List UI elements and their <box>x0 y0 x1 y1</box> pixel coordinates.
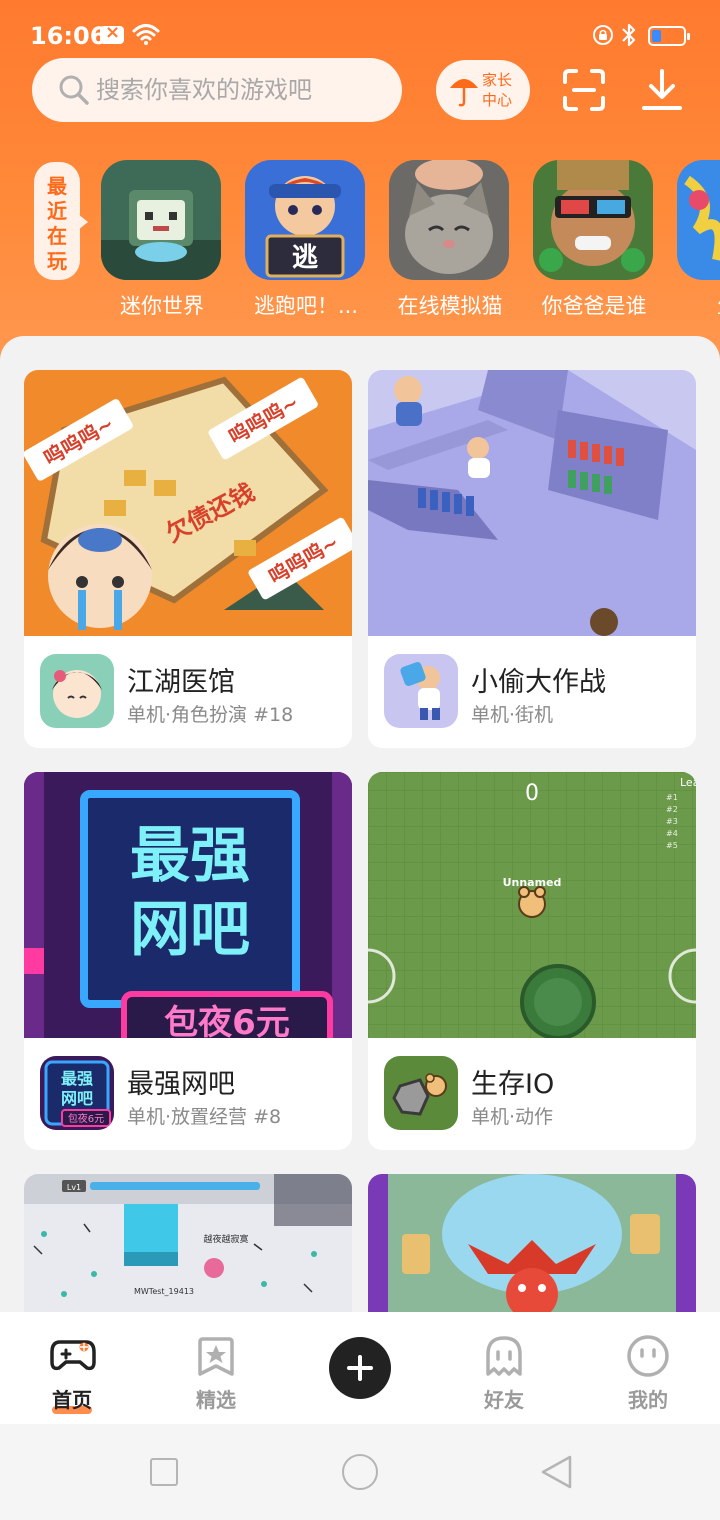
recent-game-label: 逃跑吧！... <box>253 294 359 318</box>
game-subtitle: 单机·街机 <box>471 704 554 726</box>
recent-game-label: 你爸爸是谁 <box>541 294 647 318</box>
system-navigation-bar <box>0 1424 720 1520</box>
game-banner <box>368 370 696 636</box>
search-icon <box>59 75 89 105</box>
svg-text:#3: #3 <box>666 817 678 826</box>
recent-game-label: 生物 <box>663 290 720 320</box>
download-icon[interactable] <box>640 68 684 112</box>
svg-text:#5: #5 <box>666 841 678 850</box>
banner-text: 网吧 <box>130 895 250 965</box>
recent-game-label: 迷你世界 <box>120 294 204 318</box>
game-card-jianghu-clinic[interactable]: 呜呜呜~ 呜呜呜~ 呜呜呜~ 欠债还钱 江湖医馆 单机·角色扮演 #18 <box>24 370 352 748</box>
recent-tag-char: 玩 <box>47 249 67 273</box>
banner-leaderboard-title: Lea <box>680 776 696 789</box>
app-root: 16:06 家长 <box>0 0 720 1520</box>
create-plus-button[interactable] <box>329 1337 391 1399</box>
banner-level: Lv1 <box>67 1183 81 1192</box>
banner-score: 0 <box>525 781 539 806</box>
nav-label: 好友 <box>484 1388 524 1412</box>
umbrella-icon <box>450 79 478 107</box>
back-triangle-icon[interactable] <box>540 1454 574 1490</box>
nav-featured[interactable]: 精选 <box>166 1312 266 1424</box>
search-input[interactable] <box>96 70 386 110</box>
wifi-icon <box>132 24 160 45</box>
scan-icon[interactable] <box>562 68 606 112</box>
recent-game-creature[interactable]: 生物 <box>677 160 720 318</box>
recent-game-online-cat[interactable]: 在线模拟猫 <box>389 160 513 318</box>
game-card-strongest-net-cafe[interactable]: 最强 网吧 包夜6元 最强 网吧 包夜6元 最强网吧 单机·放置经营 #8 <box>24 772 352 1150</box>
game-banner: 0 Lea #1 #2 #3 #4 #5 Unnamed <box>368 772 696 1038</box>
nav-label: 精选 <box>196 1388 236 1412</box>
game-icon-creature <box>677 160 720 280</box>
search-bar[interactable] <box>32 58 402 122</box>
recent-playing-tag: 最 近 在 玩 <box>34 162 88 280</box>
gamepad-icon <box>50 1340 96 1371</box>
svg-text:#1: #1 <box>666 793 678 802</box>
banner-text: 最强 <box>130 821 250 891</box>
battery-fill <box>652 30 661 42</box>
nav-home[interactable]: 首页 <box>22 1312 122 1424</box>
game-card-survival-io[interactable]: 0 Lea #1 #2 #3 #4 #5 Unnamed <box>368 772 696 1150</box>
game-title: 生存IO <box>471 1069 555 1100</box>
battery-icon <box>648 26 690 46</box>
recent-tag-char: 最 <box>47 174 67 198</box>
game-title: 最强网吧 <box>127 1069 235 1100</box>
game-banner: 呜呜呜~ 呜呜呜~ 呜呜呜~ 欠债还钱 <box>24 370 352 636</box>
app-icon <box>384 1056 458 1130</box>
recent-game-label: 在线模拟猫 <box>397 294 503 318</box>
game-icon-mini-world <box>101 160 221 280</box>
game-feed: 呜呜呜~ 呜呜呜~ 呜呜呜~ 欠债还钱 江湖医馆 单机·角色扮演 #18 小偷大… <box>0 336 720 1520</box>
recent-tag-char: 近 <box>47 199 67 223</box>
sim-icon <box>100 22 124 44</box>
app-icon-text: 最强 <box>61 1069 93 1088</box>
app-icon-text: 网吧 <box>61 1089 93 1108</box>
bookmark-star-icon <box>198 1337 234 1376</box>
parent-center-button[interactable]: 家长 中心 <box>436 60 530 120</box>
app-icon <box>384 654 458 728</box>
game-subtitle: 单机·动作 <box>471 1106 554 1128</box>
nav-friends[interactable]: 好友 <box>454 1312 554 1424</box>
nav-label: 首页 <box>52 1388 92 1412</box>
game-icon-whos-your-daddy <box>533 160 653 280</box>
parent-center-label: 家长 中心 <box>482 70 522 110</box>
app-icon-text: 包夜6元 <box>68 1112 104 1125</box>
app-icon: 最强 网吧 包夜6元 <box>40 1056 114 1130</box>
game-title: 小偷大作战 <box>471 667 606 698</box>
game-subtitle: 单机·角色扮演 #18 <box>127 704 294 726</box>
face-icon <box>627 1335 669 1377</box>
app-icon <box>40 654 114 728</box>
recent-game-whos-your-daddy[interactable]: 你爸爸是谁 <box>533 160 657 318</box>
banner-player-name: 越夜越寂寞 <box>203 1233 248 1245</box>
banner-player-name: Unnamed <box>503 876 562 889</box>
recent-game-run-away[interactable]: 逃 逃跑吧！... <box>245 160 369 318</box>
recent-apps-icon[interactable] <box>150 1458 178 1486</box>
bluetooth-icon <box>622 23 636 47</box>
game-icon-run-away: 逃 <box>245 160 365 280</box>
game-icon-online-cat <box>389 160 509 280</box>
home-circle-icon[interactable] <box>342 1454 378 1490</box>
nav-me[interactable]: 我的 <box>598 1312 698 1424</box>
status-time: 16:06 <box>30 22 107 50</box>
banner-text: 包夜6元 <box>164 1003 290 1038</box>
parent-center-label-line1: 家长 <box>482 71 513 89</box>
parent-center-label-line2: 中心 <box>482 91 513 109</box>
svg-text:#4: #4 <box>666 829 678 838</box>
rotation-lock-icon <box>593 25 613 45</box>
nav-label: 我的 <box>628 1388 668 1412</box>
recent-tag-char: 在 <box>47 224 67 248</box>
recent-game-mini-world[interactable]: 迷你世界 <box>101 160 225 318</box>
svg-text:逃: 逃 <box>292 243 318 273</box>
game-banner: 最强 网吧 包夜6元 <box>24 772 352 1038</box>
svg-text:#2: #2 <box>666 805 678 814</box>
game-title: 江湖医馆 <box>127 667 235 698</box>
game-card-thief-battle[interactable]: 小偷大作战 单机·街机 <box>368 370 696 748</box>
game-subtitle: 单机·放置经营 #8 <box>127 1106 282 1128</box>
banner-player-name: MWTest_19413 <box>134 1287 194 1296</box>
ghost-icon <box>486 1336 522 1376</box>
